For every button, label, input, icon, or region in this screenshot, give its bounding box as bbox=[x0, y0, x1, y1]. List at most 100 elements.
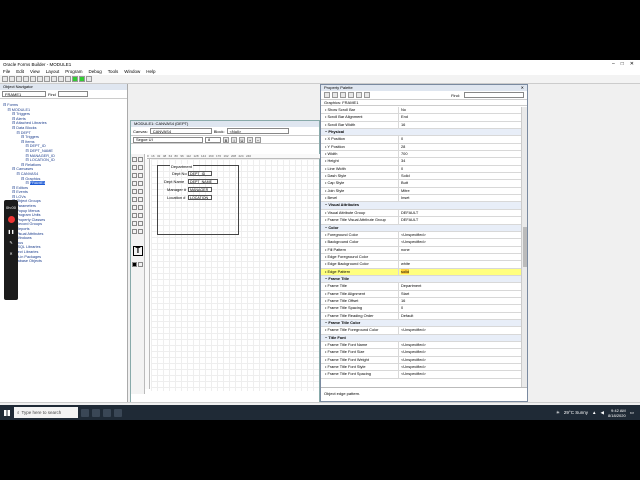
line-tool-icon[interactable] bbox=[138, 173, 143, 178]
property-row[interactable]: • Width 700 bbox=[321, 151, 523, 159]
open-icon[interactable] bbox=[9, 76, 15, 82]
property-value[interactable]: Default bbox=[399, 313, 523, 319]
property-value[interactable]: solid bbox=[399, 268, 523, 275]
property-value[interactable]: Solid bbox=[399, 173, 523, 179]
debug-icon[interactable] bbox=[65, 76, 71, 82]
text-item-tool-icon[interactable] bbox=[138, 205, 143, 210]
run-form-debug-icon[interactable] bbox=[79, 76, 85, 82]
field-dept-name[interactable]: DEPT_NAME bbox=[188, 179, 218, 184]
zoom-out-icon[interactable]: − bbox=[255, 136, 261, 143]
polyline-tool-icon[interactable] bbox=[138, 189, 143, 194]
add-property-icon[interactable] bbox=[340, 92, 346, 98]
property-value[interactable]: Department bbox=[399, 283, 523, 289]
rounded-rect-tool-icon[interactable] bbox=[132, 197, 137, 202]
palette-close-icon[interactable]: ✕ bbox=[521, 85, 527, 91]
frame-tool-icon[interactable] bbox=[132, 205, 137, 210]
property-value[interactable]: 0 bbox=[399, 166, 523, 172]
freehand-tool-icon[interactable] bbox=[138, 197, 143, 202]
select-tool-icon[interactable] bbox=[132, 157, 137, 162]
field-manager-id[interactable]: MANAGER_ bbox=[188, 187, 212, 192]
property-value[interactable]: <Unspecified> bbox=[399, 327, 523, 333]
property-value[interactable]: <Unspecified> bbox=[399, 239, 523, 245]
property-row[interactable]: • Visual Attribute Group DEFAULT bbox=[321, 209, 523, 218]
property-row[interactable]: • Frame Title Visual Attribute Group DEFA… bbox=[321, 217, 523, 225]
close-recorder-icon[interactable]: ✕ bbox=[9, 251, 12, 256]
polygon-tool-icon[interactable] bbox=[132, 189, 137, 194]
property-row[interactable]: • Join Style Mitre bbox=[321, 187, 523, 196]
property-value[interactable] bbox=[399, 254, 523, 260]
volume-icon[interactable]: ◀ bbox=[600, 410, 603, 416]
layout-canvas[interactable]: Department Dept No DEPT_ID Dept Name DEP… bbox=[151, 159, 319, 391]
property-row[interactable]: • Edge Background Color white bbox=[321, 261, 523, 269]
fill-color-icon[interactable] bbox=[132, 262, 137, 267]
property-value[interactable]: <Unspecified> bbox=[399, 371, 523, 377]
property-value[interactable]: 700 bbox=[399, 151, 523, 157]
property-value[interactable]: 16 bbox=[399, 122, 523, 128]
property-row[interactable]: • Frame Title Alignment Start bbox=[321, 290, 523, 298]
list-tool-icon[interactable] bbox=[132, 229, 137, 234]
checkbox-tool-icon[interactable] bbox=[138, 213, 143, 218]
compile-icon[interactable] bbox=[51, 76, 57, 82]
copy-icon[interactable] bbox=[30, 76, 36, 82]
property-row[interactable]: • Frame Title Foreground Color <Unspecifi… bbox=[321, 327, 523, 335]
new-icon[interactable] bbox=[2, 76, 8, 82]
property-row[interactable]: • Frame Title Font Weight <Unspecified> bbox=[321, 356, 523, 365]
property-row[interactable]: • Scroll Bar Width 16 bbox=[321, 121, 523, 130]
pause-icon[interactable]: ❚❚ bbox=[8, 229, 15, 234]
notifications-icon[interactable]: ▭ bbox=[630, 410, 634, 416]
property-value[interactable]: <Unspecified> bbox=[399, 349, 523, 355]
font-size-select[interactable]: 8 bbox=[205, 136, 221, 143]
property-category[interactable]: − Title Font bbox=[321, 334, 523, 342]
menu-layout[interactable]: Layout bbox=[43, 69, 63, 74]
menu-window[interactable]: Window bbox=[121, 69, 143, 74]
clock[interactable]: 9:42 AM 8/18/2020 bbox=[608, 408, 626, 418]
property-row[interactable]: • Show Scroll Bar No bbox=[321, 107, 523, 115]
paste-icon[interactable] bbox=[37, 76, 43, 82]
zoom-in-icon[interactable]: + bbox=[247, 136, 253, 143]
task-view-icon[interactable] bbox=[81, 408, 89, 417]
scrollbar-thumb[interactable] bbox=[523, 227, 527, 267]
underline-icon[interactable]: U bbox=[239, 136, 245, 143]
property-row[interactable]: • X Position 0 bbox=[321, 136, 523, 144]
text-tool-icon[interactable]: T bbox=[133, 246, 143, 256]
property-category[interactable]: − Frame Title Color bbox=[321, 319, 523, 328]
property-row[interactable]: • Foreground Color <Unspecified> bbox=[321, 231, 523, 240]
property-row[interactable]: • Fill Pattern none bbox=[321, 246, 523, 254]
inherit-icon[interactable] bbox=[356, 92, 362, 98]
tree-node[interactable]: ⊟ Database Objects bbox=[0, 259, 128, 264]
property-value[interactable]: No bbox=[399, 107, 523, 113]
property-category[interactable]: − Visual Attributes bbox=[321, 202, 523, 210]
menu-file[interactable]: File bbox=[0, 69, 13, 74]
property-row[interactable]: • Frame Title Department bbox=[321, 283, 523, 291]
chart-tool-icon[interactable] bbox=[138, 229, 143, 234]
taskbar-search[interactable]: ⌕ Type here to search bbox=[14, 407, 78, 418]
property-category[interactable]: − Color bbox=[321, 224, 523, 232]
field-dept-id[interactable]: DEPT_ID bbox=[188, 171, 212, 176]
record-icon[interactable] bbox=[7, 216, 15, 223]
navigator-object-combo[interactable]: FRAME1 bbox=[2, 91, 46, 97]
palette-find-input[interactable] bbox=[464, 92, 524, 98]
property-value[interactable]: 34 bbox=[399, 158, 523, 164]
radio-tool-icon[interactable] bbox=[132, 221, 137, 226]
delete-property-icon[interactable] bbox=[348, 92, 354, 98]
property-value[interactable]: DEFAULT bbox=[399, 210, 523, 216]
property-value[interactable]: Start bbox=[399, 291, 523, 297]
wizard-icon[interactable] bbox=[58, 76, 64, 82]
property-value[interactable]: <Unspecified> bbox=[399, 357, 523, 363]
menu-view[interactable]: View bbox=[27, 69, 43, 74]
image-tool-icon[interactable] bbox=[138, 221, 143, 226]
property-value[interactable]: DEFAULT bbox=[399, 217, 523, 223]
paste-properties-icon[interactable] bbox=[332, 92, 338, 98]
menu-help[interactable]: Help bbox=[143, 69, 158, 74]
property-row[interactable]: • Edge Pattern solid bbox=[321, 268, 523, 276]
minimize-icon[interactable]: – bbox=[612, 61, 615, 67]
rotate-tool-icon[interactable] bbox=[138, 157, 143, 162]
close-icon[interactable]: ✕ bbox=[630, 61, 634, 67]
ellipse-tool-icon[interactable] bbox=[132, 181, 137, 186]
freeze-icon[interactable] bbox=[364, 92, 370, 98]
help-icon[interactable] bbox=[86, 76, 92, 82]
reshape-tool-icon[interactable] bbox=[138, 165, 143, 170]
field-location-id[interactable]: LOCATION_ bbox=[188, 195, 212, 200]
line-color-icon[interactable] bbox=[138, 262, 143, 267]
magnify-tool-icon[interactable] bbox=[132, 165, 137, 170]
